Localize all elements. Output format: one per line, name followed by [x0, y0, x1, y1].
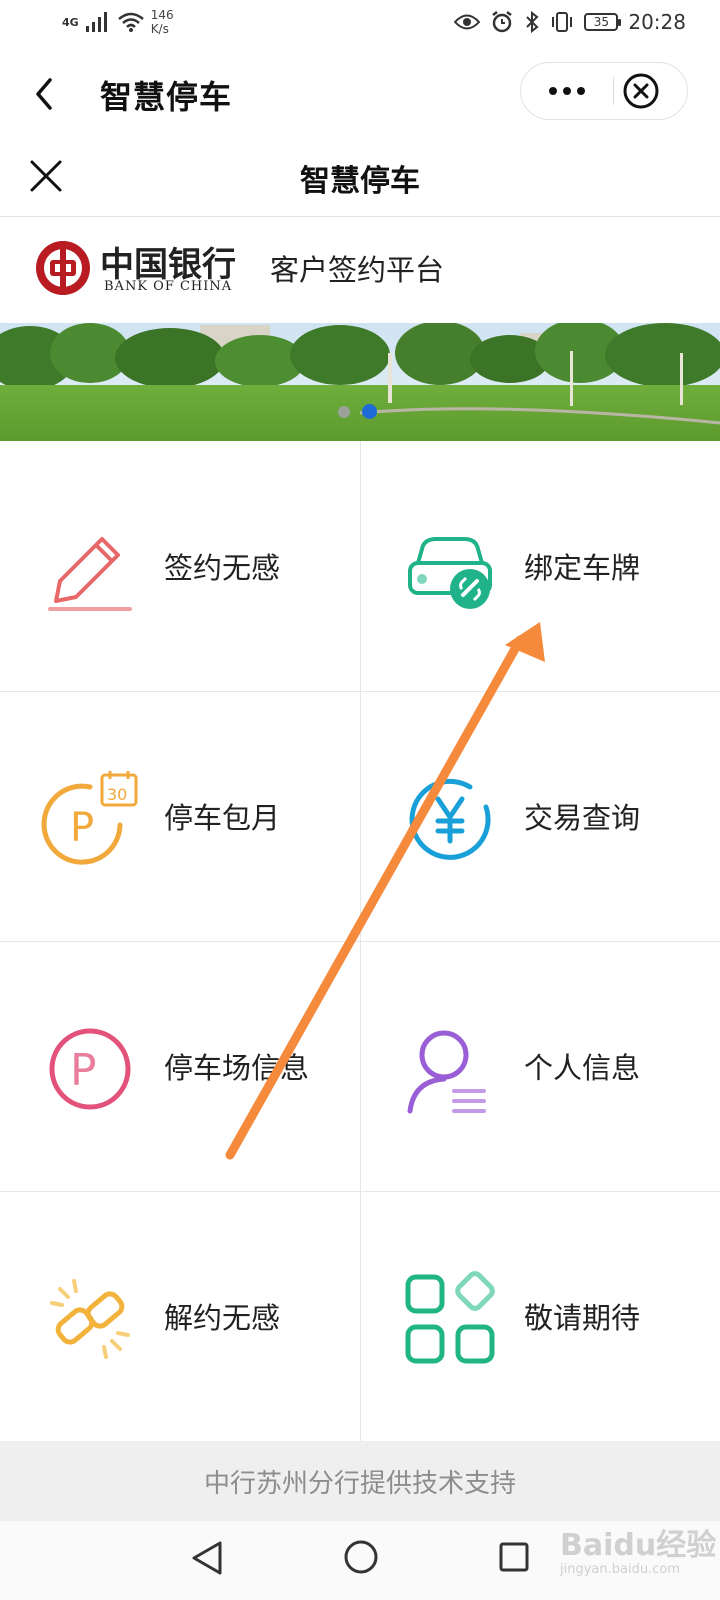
watermark-url: jingyan.baidu.com: [560, 1562, 680, 1577]
watermark-logo: Baidu经验: [560, 1528, 717, 1563]
nav-recent-icon[interactable]: [498, 1541, 530, 1573]
footer: 中行苏州分行提供技术支持: [0, 1441, 720, 1521]
nav-back-icon[interactable]: [190, 1539, 224, 1577]
nav-home-icon[interactable]: [343, 1539, 379, 1575]
annotation-arrow: [225, 622, 545, 1160]
footer-text: 中行苏州分行提供技术支持: [203, 1469, 516, 1499]
